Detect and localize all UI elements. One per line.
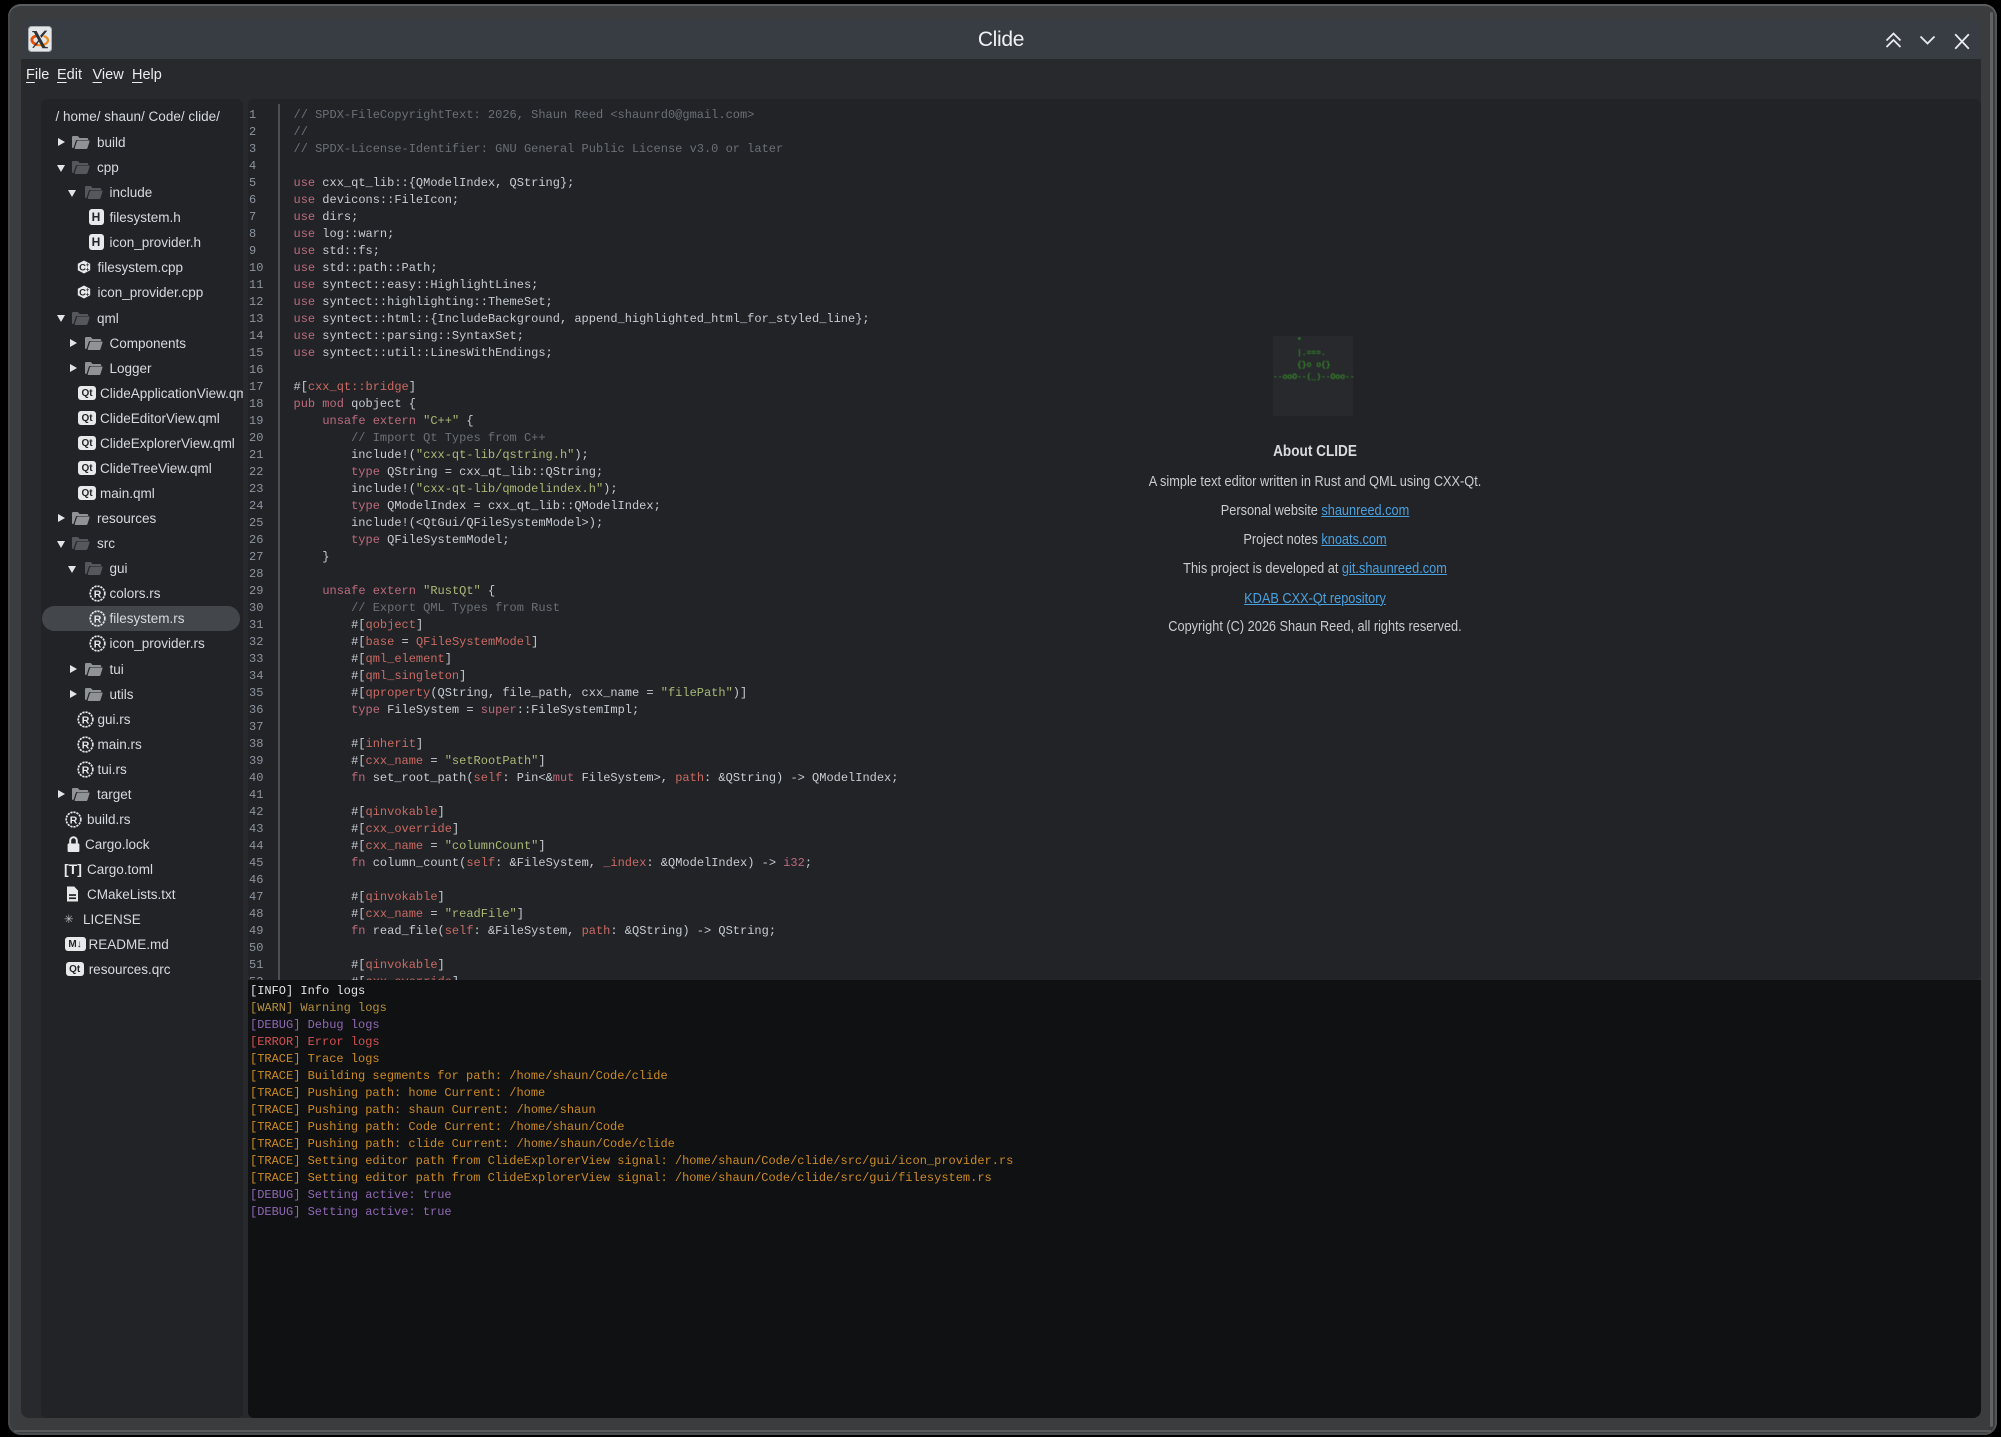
svg-text:R: R bbox=[93, 639, 101, 651]
svg-text:R: R bbox=[82, 764, 90, 776]
svg-text:R: R bbox=[82, 739, 90, 751]
svg-text:R: R bbox=[82, 714, 90, 726]
svg-text:+: + bbox=[86, 268, 90, 274]
svg-text:R: R bbox=[70, 814, 78, 826]
svg-text:+: + bbox=[86, 293, 90, 299]
svg-text:R: R bbox=[93, 589, 101, 601]
svg-text:R: R bbox=[93, 614, 101, 626]
